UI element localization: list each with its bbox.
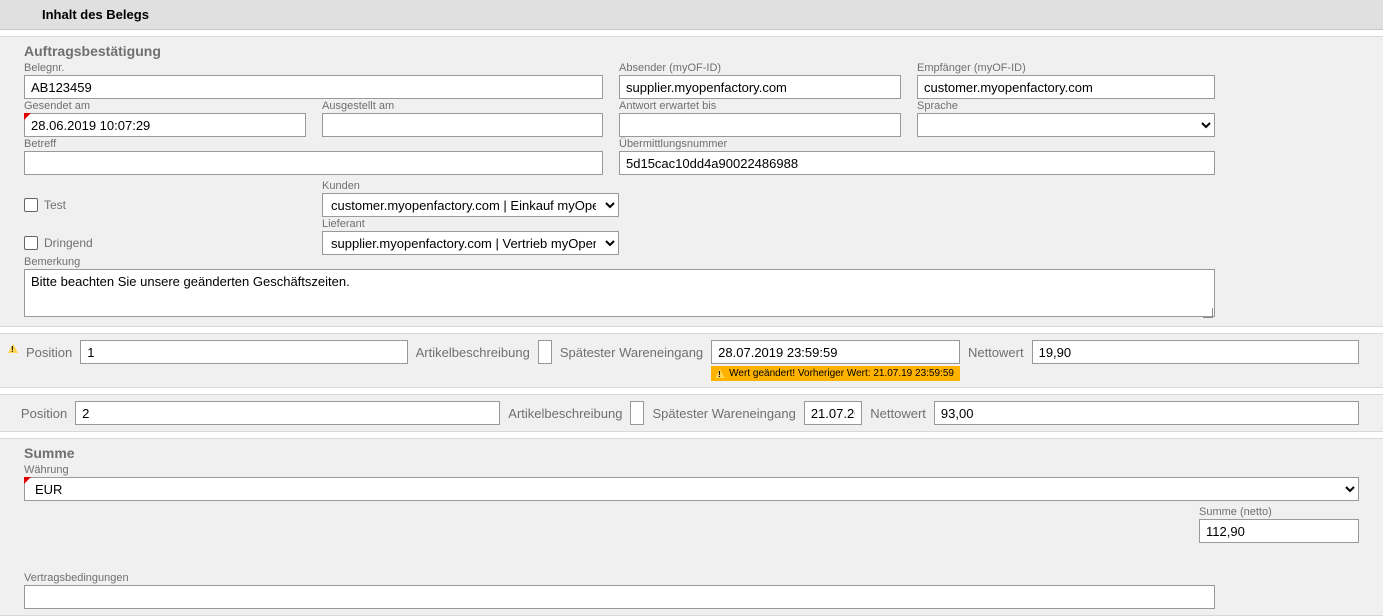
label-nettowert: Nettowert: [968, 340, 1024, 364]
label-wareneingang: Spätester Wareneingang: [560, 340, 703, 364]
label-uebermittlung: Übermittlungsnummer: [619, 137, 1215, 151]
test-checkbox[interactable]: [24, 198, 38, 212]
summe-section: Summe Währung EUR Summe (netto): [0, 438, 1383, 616]
wareneingang-input[interactable]: [804, 401, 862, 425]
label-belegnr: Belegnr.: [24, 61, 603, 75]
label-antwort: Antwort erwartet bis: [619, 99, 901, 113]
line-item: Position Artikelbeschreibung Spätester W…: [0, 394, 1383, 432]
artikelbeschreibung-input[interactable]: [538, 340, 552, 364]
kunden-select[interactable]: customer.myopenfactory.com | Einkauf myO…: [322, 193, 619, 217]
label-lieferant: Lieferant: [322, 217, 619, 231]
page-title-text: Inhalt des Belegs: [42, 7, 149, 22]
label-sprache: Sprache: [917, 99, 1215, 113]
gesendet-input[interactable]: [24, 113, 306, 137]
dringend-checkbox[interactable]: [24, 236, 38, 250]
belegnr-input[interactable]: [24, 75, 603, 99]
summe-netto-input[interactable]: [1199, 519, 1359, 543]
confirmation-section: Auftragsbestätigung Belegnr. Absender (m…: [0, 36, 1383, 327]
label-gesendet: Gesendet am: [24, 99, 306, 113]
warning-text: Wert geändert! Vorheriger Wert: 21.07.19…: [729, 368, 954, 379]
vertragsbedingungen-input[interactable]: [24, 585, 1215, 609]
wareneingang-input[interactable]: [711, 340, 960, 364]
label-bemerkung: Bemerkung: [24, 255, 1215, 269]
nettowert-input[interactable]: [1032, 340, 1359, 364]
label-ausgestellt: Ausgestellt am: [322, 99, 603, 113]
ausgestellt-input[interactable]: [322, 113, 603, 137]
lieferant-select[interactable]: supplier.myopenfactory.com | Vertrieb my…: [322, 231, 619, 255]
line-item: Position Artikelbeschreibung Spätester W…: [0, 333, 1383, 388]
artikelbeschreibung-input[interactable]: [630, 401, 644, 425]
label-position: Position: [26, 340, 72, 364]
label-position: Position: [21, 401, 67, 425]
warning-badge: Wert geändert! Vorheriger Wert: 21.07.19…: [711, 366, 960, 381]
label-betreff: Betreff: [24, 137, 603, 151]
position-input[interactable]: [75, 401, 500, 425]
label-empfaenger: Empfänger (myOF-ID): [917, 61, 1215, 75]
nettowert-input[interactable]: [934, 401, 1359, 425]
label-dringend: Dringend: [44, 236, 93, 250]
waehrung-select[interactable]: EUR: [24, 477, 1359, 501]
label-kunden: Kunden: [322, 179, 619, 193]
label-test: Test: [44, 198, 66, 212]
label-artikelbeschreibung: Artikelbeschreibung: [508, 401, 622, 425]
label-artikelbeschreibung: Artikelbeschreibung: [416, 340, 530, 364]
warning-icon: [8, 344, 18, 353]
label-nettowert: Nettowert: [870, 401, 926, 425]
confirmation-heading: Auftragsbestätigung: [24, 41, 1359, 61]
label-waehrung: Währung: [24, 463, 1359, 477]
sprache-select[interactable]: [917, 113, 1215, 137]
uebermittlung-input[interactable]: [619, 151, 1215, 175]
label-summe-netto: Summe (netto): [1199, 505, 1359, 519]
page-title: Inhalt des Belegs: [0, 0, 1383, 30]
antwort-input[interactable]: [619, 113, 901, 137]
warning-icon: [715, 369, 725, 378]
bemerkung-textarea[interactable]: [24, 269, 1215, 317]
position-input[interactable]: [80, 340, 407, 364]
marked-corner: EUR: [24, 477, 1359, 501]
label-vertragsbedingungen: Vertragsbedingungen: [24, 571, 1215, 585]
label-wareneingang: Spätester Wareneingang: [652, 401, 795, 425]
empfaenger-input[interactable]: [917, 75, 1215, 99]
label-absender: Absender (myOF-ID): [619, 61, 901, 75]
summe-heading: Summe: [24, 443, 1359, 463]
betreff-input[interactable]: [24, 151, 603, 175]
absender-input[interactable]: [619, 75, 901, 99]
marked-corner: [24, 113, 306, 137]
